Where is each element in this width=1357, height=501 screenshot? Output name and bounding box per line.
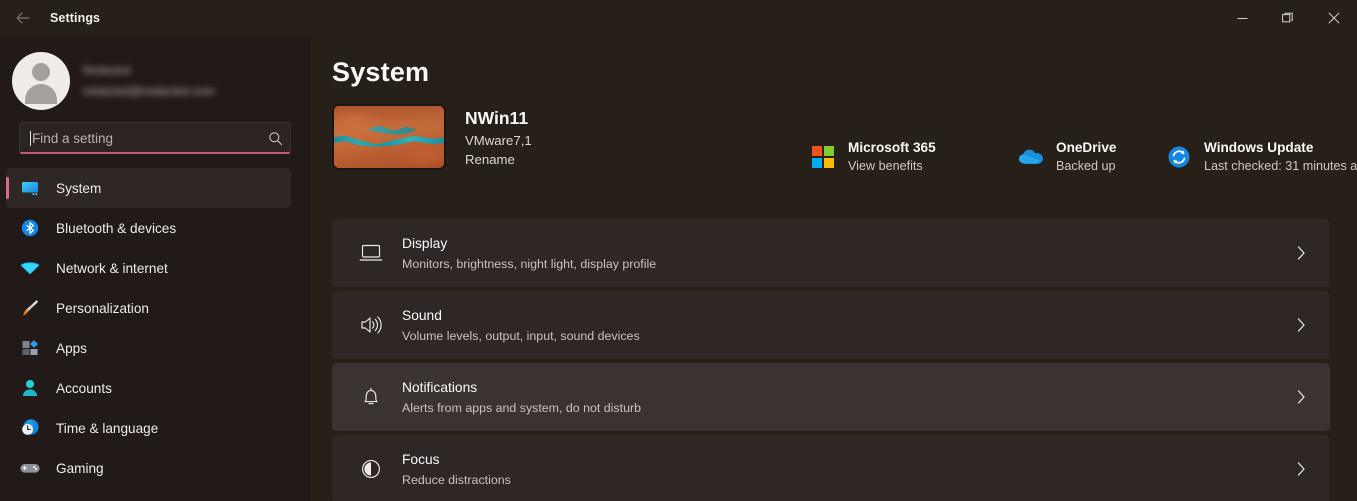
close-button[interactable] bbox=[1311, 0, 1357, 36]
status-text: OneDrive Backed up bbox=[1056, 140, 1116, 173]
focus-icon bbox=[358, 456, 384, 482]
display-icon bbox=[358, 240, 384, 266]
settings-row-focus[interactable]: Focus Reduce distractions bbox=[332, 435, 1330, 501]
magnifier-icon bbox=[268, 131, 282, 145]
sidebar-nav: System Bluetooth & devices Network & int… bbox=[0, 168, 310, 488]
page-title: System bbox=[332, 57, 430, 87]
rename-link[interactable]: Rename bbox=[465, 152, 532, 167]
sidebar-item-network-internet[interactable]: Network & internet bbox=[6, 248, 291, 288]
clock-globe-icon bbox=[19, 417, 41, 439]
sidebar-item-apps[interactable]: Apps bbox=[6, 328, 291, 368]
back-arrow-icon bbox=[16, 12, 30, 24]
settings-row-sound[interactable]: Sound Volume levels, output, input, soun… bbox=[332, 291, 1330, 359]
sidebar-item-label: Time & language bbox=[56, 420, 159, 436]
profile-email: redacted@redacted.com bbox=[83, 83, 215, 98]
close-icon bbox=[1328, 12, 1340, 24]
onedrive-cloud-icon bbox=[1018, 144, 1044, 170]
sidebar-item-time-language[interactable]: Time & language bbox=[6, 408, 291, 448]
status-text: Microsoft 365 View benefits bbox=[848, 140, 936, 173]
search-input[interactable] bbox=[31, 130, 260, 146]
settings-row-notifications[interactable]: Notifications Alerts from apps and syste… bbox=[332, 363, 1330, 431]
avatar-body-shape bbox=[25, 84, 57, 104]
avatar bbox=[12, 52, 70, 110]
apps-icon bbox=[19, 337, 41, 359]
window-title: Settings bbox=[50, 11, 101, 25]
status-subtitle: Backed up bbox=[1056, 159, 1116, 173]
row-subtitle: Alerts from apps and system, do not dist… bbox=[402, 400, 641, 415]
monitor-icon bbox=[19, 177, 41, 199]
sidebar-item-personalization[interactable]: Personalization bbox=[6, 288, 291, 328]
row-title: Focus bbox=[402, 452, 440, 468]
sidebar-item-label: Gaming bbox=[56, 460, 104, 476]
row-text: Sound Volume levels, output, input, soun… bbox=[402, 307, 1290, 343]
sidebar-item-label: Accounts bbox=[56, 380, 112, 396]
settings-window: Settings Redacted redacted@redacted.com … bbox=[0, 0, 1357, 501]
profile-text: Redacted redacted@redacted.com bbox=[83, 65, 215, 98]
bluetooth-icon bbox=[19, 217, 41, 239]
microsoft-logo-icon bbox=[810, 144, 836, 170]
wifi-icon bbox=[19, 257, 41, 279]
chevron-right-icon[interactable] bbox=[1290, 245, 1312, 261]
row-text: Notifications Alerts from apps and syste… bbox=[402, 379, 1290, 415]
device-info: NWin11 VMware7,1 Rename bbox=[465, 107, 532, 167]
status-subtitle: View benefits bbox=[848, 159, 923, 173]
row-title: Sound bbox=[402, 308, 442, 324]
window-controls bbox=[1219, 0, 1357, 36]
minimize-button[interactable] bbox=[1219, 0, 1265, 36]
search-box[interactable] bbox=[19, 122, 291, 154]
restore-icon bbox=[1282, 12, 1293, 23]
row-text: Focus Reduce distractions bbox=[402, 451, 1290, 487]
device-model: VMware7,1 bbox=[465, 132, 532, 148]
settings-list: Display Monitors, brightness, night ligh… bbox=[332, 219, 1330, 501]
profile-section[interactable]: Redacted redacted@redacted.com bbox=[0, 36, 310, 112]
status-microsoft-365[interactable]: Microsoft 365 View benefits bbox=[810, 140, 1018, 173]
status-title: OneDrive bbox=[1056, 140, 1117, 155]
speaker-icon bbox=[358, 312, 384, 338]
wallpaper-ridge bbox=[334, 106, 444, 130]
desktop-wallpaper-thumbnail bbox=[332, 104, 446, 170]
sidebar-item-label: Apps bbox=[56, 340, 87, 356]
back-button[interactable] bbox=[6, 3, 40, 33]
sidebar-item-label: Network & internet bbox=[56, 260, 168, 276]
sidebar-item-bluetooth-devices[interactable]: Bluetooth & devices bbox=[6, 208, 291, 248]
chevron-right-icon[interactable] bbox=[1290, 317, 1312, 333]
row-subtitle: Monitors, brightness, night light, displ… bbox=[402, 256, 657, 271]
row-subtitle: Reduce distractions bbox=[402, 472, 511, 487]
sidebar-item-accounts[interactable]: Accounts bbox=[6, 368, 291, 408]
row-title: Display bbox=[402, 236, 448, 252]
status-group: Microsoft 365 View benefits OneDrive Bac… bbox=[810, 140, 1357, 173]
restore-button[interactable] bbox=[1265, 0, 1311, 36]
sidebar-item-gaming[interactable]: Gaming bbox=[6, 448, 291, 488]
chevron-right-icon[interactable] bbox=[1290, 461, 1312, 477]
titlebar: Settings bbox=[0, 0, 1357, 36]
chevron-right-icon[interactable] bbox=[1290, 389, 1312, 405]
minimize-icon bbox=[1237, 17, 1247, 19]
sidebar-item-label: Bluetooth & devices bbox=[56, 220, 177, 236]
gamepad-icon bbox=[19, 457, 41, 479]
status-subtitle: Last checked: 31 minutes ago bbox=[1204, 159, 1357, 173]
row-subtitle: Volume levels, output, input, sound devi… bbox=[402, 328, 640, 343]
status-title: Windows Update bbox=[1204, 140, 1314, 155]
bell-icon bbox=[358, 384, 384, 410]
sidebar: Redacted redacted@redacted.com Find a se… bbox=[0, 36, 310, 501]
person-icon bbox=[19, 377, 41, 399]
device-name: NWin11 bbox=[465, 108, 529, 129]
sidebar-item-system[interactable]: System bbox=[6, 168, 291, 208]
search-container bbox=[0, 122, 310, 154]
status-windows-update[interactable]: Windows Update Last checked: 31 minutes … bbox=[1166, 140, 1357, 173]
search-icon[interactable] bbox=[260, 131, 290, 146]
main-content: System NWin11 VMware7,1 Rename Microsoft… bbox=[310, 36, 1357, 501]
status-title: Microsoft 365 bbox=[848, 140, 936, 155]
status-onedrive[interactable]: OneDrive Backed up bbox=[1018, 140, 1166, 173]
profile-name: Redacted bbox=[83, 64, 131, 77]
avatar-head-shape bbox=[32, 63, 50, 81]
row-title: Notifications bbox=[402, 380, 478, 396]
sidebar-item-label: Personalization bbox=[56, 300, 149, 316]
sidebar-item-label: System bbox=[56, 180, 102, 196]
update-refresh-icon bbox=[1166, 144, 1192, 170]
settings-row-display[interactable]: Display Monitors, brightness, night ligh… bbox=[332, 219, 1330, 287]
row-text: Display Monitors, brightness, night ligh… bbox=[402, 235, 1290, 271]
status-text: Windows Update Last checked: 31 minutes … bbox=[1204, 140, 1357, 173]
paintbrush-icon bbox=[19, 297, 41, 319]
